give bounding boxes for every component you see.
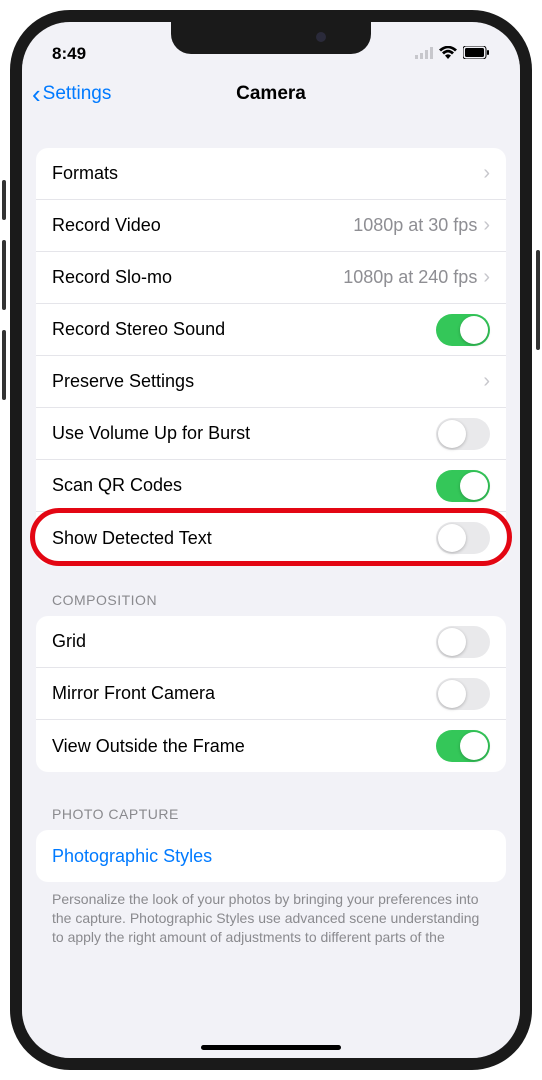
phone-frame: 8:49 ‹ Settings Camera [10, 10, 532, 1070]
row-preserve-settings[interactable]: Preserve Settings › [36, 356, 506, 408]
row-scan-qr: Scan QR Codes [36, 460, 506, 512]
footer-description: Personalize the look of your photos by b… [36, 882, 506, 947]
chevron-left-icon: ‹ [32, 79, 41, 110]
row-show-detected-text: Show Detected Text [36, 512, 506, 564]
row-record-slomo[interactable]: Record Slo-mo 1080p at 240 fps › [36, 252, 506, 304]
chevron-right-icon: › [483, 370, 490, 393]
wifi-icon [439, 44, 457, 64]
toggle-view-outside-frame[interactable] [436, 730, 490, 762]
row-detail: 1080p at 240 fps [343, 267, 477, 288]
toggle-show-detected-text[interactable] [436, 522, 490, 554]
row-label: Record Video [52, 215, 353, 236]
row-label: View Outside the Frame [52, 736, 436, 757]
row-label: Grid [52, 631, 436, 652]
cellular-signal-icon [415, 44, 433, 64]
row-formats[interactable]: Formats › [36, 148, 506, 200]
toggle-record-stereo[interactable] [436, 314, 490, 346]
content-scroll[interactable]: Formats › Record Video 1080p at 30 fps ›… [22, 120, 520, 947]
row-label: Scan QR Codes [52, 475, 436, 496]
row-label: Preserve Settings [52, 371, 483, 392]
row-photographic-styles[interactable]: Photographic Styles [36, 830, 506, 882]
toggle-volume-up-burst[interactable] [436, 418, 490, 450]
screen: 8:49 ‹ Settings Camera [22, 22, 520, 1058]
row-label: Mirror Front Camera [52, 683, 436, 704]
row-label: Record Slo-mo [52, 267, 343, 288]
nav-bar: ‹ Settings Camera [22, 68, 520, 120]
chevron-right-icon: › [483, 266, 490, 289]
row-record-video[interactable]: Record Video 1080p at 30 fps › [36, 200, 506, 252]
row-volume-up-burst: Use Volume Up for Burst [36, 408, 506, 460]
status-time: 8:49 [52, 44, 86, 64]
row-label: Record Stereo Sound [52, 319, 436, 340]
settings-group-composition: Grid Mirror Front Camera View Outside th… [36, 616, 506, 772]
toggle-scan-qr[interactable] [436, 470, 490, 502]
home-indicator[interactable] [201, 1045, 341, 1050]
settings-group-1: Formats › Record Video 1080p at 30 fps ›… [36, 148, 506, 564]
section-header-composition: COMPOSITION [36, 564, 506, 616]
section-header-photo-capture: PHOTO CAPTURE [36, 772, 506, 830]
row-record-stereo: Record Stereo Sound [36, 304, 506, 356]
toggle-grid[interactable] [436, 626, 490, 658]
row-label: Use Volume Up for Burst [52, 423, 436, 444]
row-detail: 1080p at 30 fps [353, 215, 477, 236]
row-grid: Grid [36, 616, 506, 668]
chevron-right-icon: › [483, 214, 490, 237]
row-label: Formats [52, 163, 483, 184]
row-view-outside-frame: View Outside the Frame [36, 720, 506, 772]
row-label: Photographic Styles [52, 846, 490, 867]
back-label: Settings [43, 83, 112, 105]
row-mirror-front: Mirror Front Camera [36, 668, 506, 720]
settings-group-photo-capture: Photographic Styles [36, 830, 506, 882]
toggle-mirror-front[interactable] [436, 678, 490, 710]
back-button[interactable]: ‹ Settings [32, 79, 111, 110]
chevron-right-icon: › [483, 162, 490, 185]
battery-icon [463, 44, 490, 64]
notch [171, 22, 371, 54]
row-label: Show Detected Text [52, 528, 436, 549]
